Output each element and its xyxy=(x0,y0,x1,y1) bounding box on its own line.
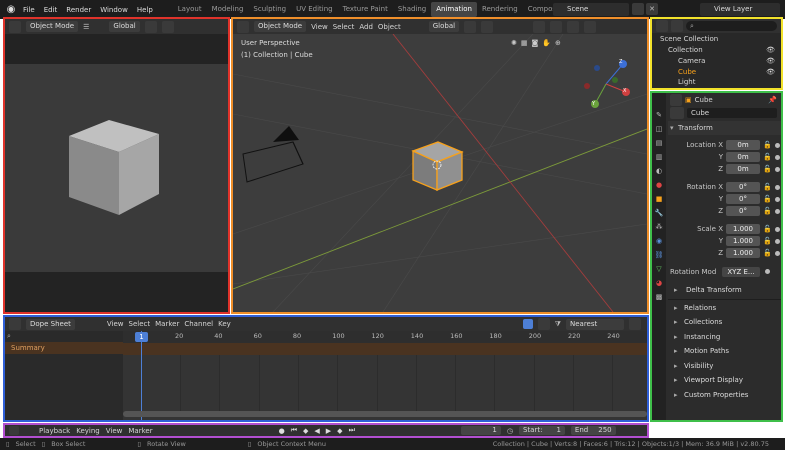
status-scene-stats: Collection | Cube | Verts:8 | Faces:6 | … xyxy=(492,440,769,448)
yellow-highlight-border xyxy=(650,17,783,90)
status-bar: ▯ Select ▯ Box Select ▯ Rotate View ▯ Ob… xyxy=(0,438,785,450)
blue-highlight-border xyxy=(3,315,649,422)
tab-sculpting[interactable]: Sculpting xyxy=(248,2,291,17)
view-layer-name: View Layer xyxy=(714,5,753,13)
view-layer-selector[interactable]: View Layer xyxy=(700,3,780,16)
status-rotate-view: Rotate View xyxy=(147,440,186,448)
mouse-drag-icon: ▯ xyxy=(41,440,46,448)
scene-name: Scene xyxy=(567,5,589,13)
purple-highlight-border xyxy=(3,423,649,438)
status-box-select: Box Select xyxy=(51,440,86,448)
mouse-middle-icon: ▯ xyxy=(137,440,141,448)
main-menu: File Edit Render Window Help xyxy=(23,6,153,14)
status-select: Select xyxy=(15,440,36,448)
green-highlight-border xyxy=(650,91,783,422)
tab-layout[interactable]: Layout xyxy=(173,2,207,17)
workspace-tabs: Layout Modeling Sculpting UV Editing Tex… xyxy=(173,2,595,17)
scene-selector[interactable]: Scene xyxy=(553,3,629,16)
menu-render[interactable]: Render xyxy=(66,6,91,14)
new-scene-icon[interactable] xyxy=(632,3,644,15)
menu-window[interactable]: Window xyxy=(100,6,128,14)
menu-file[interactable]: File xyxy=(23,6,35,14)
orange-highlight-border xyxy=(231,17,649,314)
tab-uv-editing[interactable]: UV Editing xyxy=(291,2,338,17)
tab-animation[interactable]: Animation xyxy=(431,2,477,17)
menu-help[interactable]: Help xyxy=(137,6,153,14)
delete-scene-icon[interactable]: ✕ xyxy=(646,3,658,15)
blender-logo-icon[interactable]: ◉ xyxy=(3,3,19,17)
tab-shading[interactable]: Shading xyxy=(393,2,431,17)
status-context-menu: Object Context Menu xyxy=(257,440,326,448)
menu-edit[interactable]: Edit xyxy=(44,6,58,14)
tab-modeling[interactable]: Modeling xyxy=(207,2,249,17)
tab-rendering[interactable]: Rendering xyxy=(477,2,523,17)
mouse-left-icon: ▯ xyxy=(6,440,10,448)
red-highlight-border xyxy=(3,17,230,314)
mouse-right-icon: ▯ xyxy=(247,440,252,448)
tab-texture-paint[interactable]: Texture Paint xyxy=(338,2,393,17)
